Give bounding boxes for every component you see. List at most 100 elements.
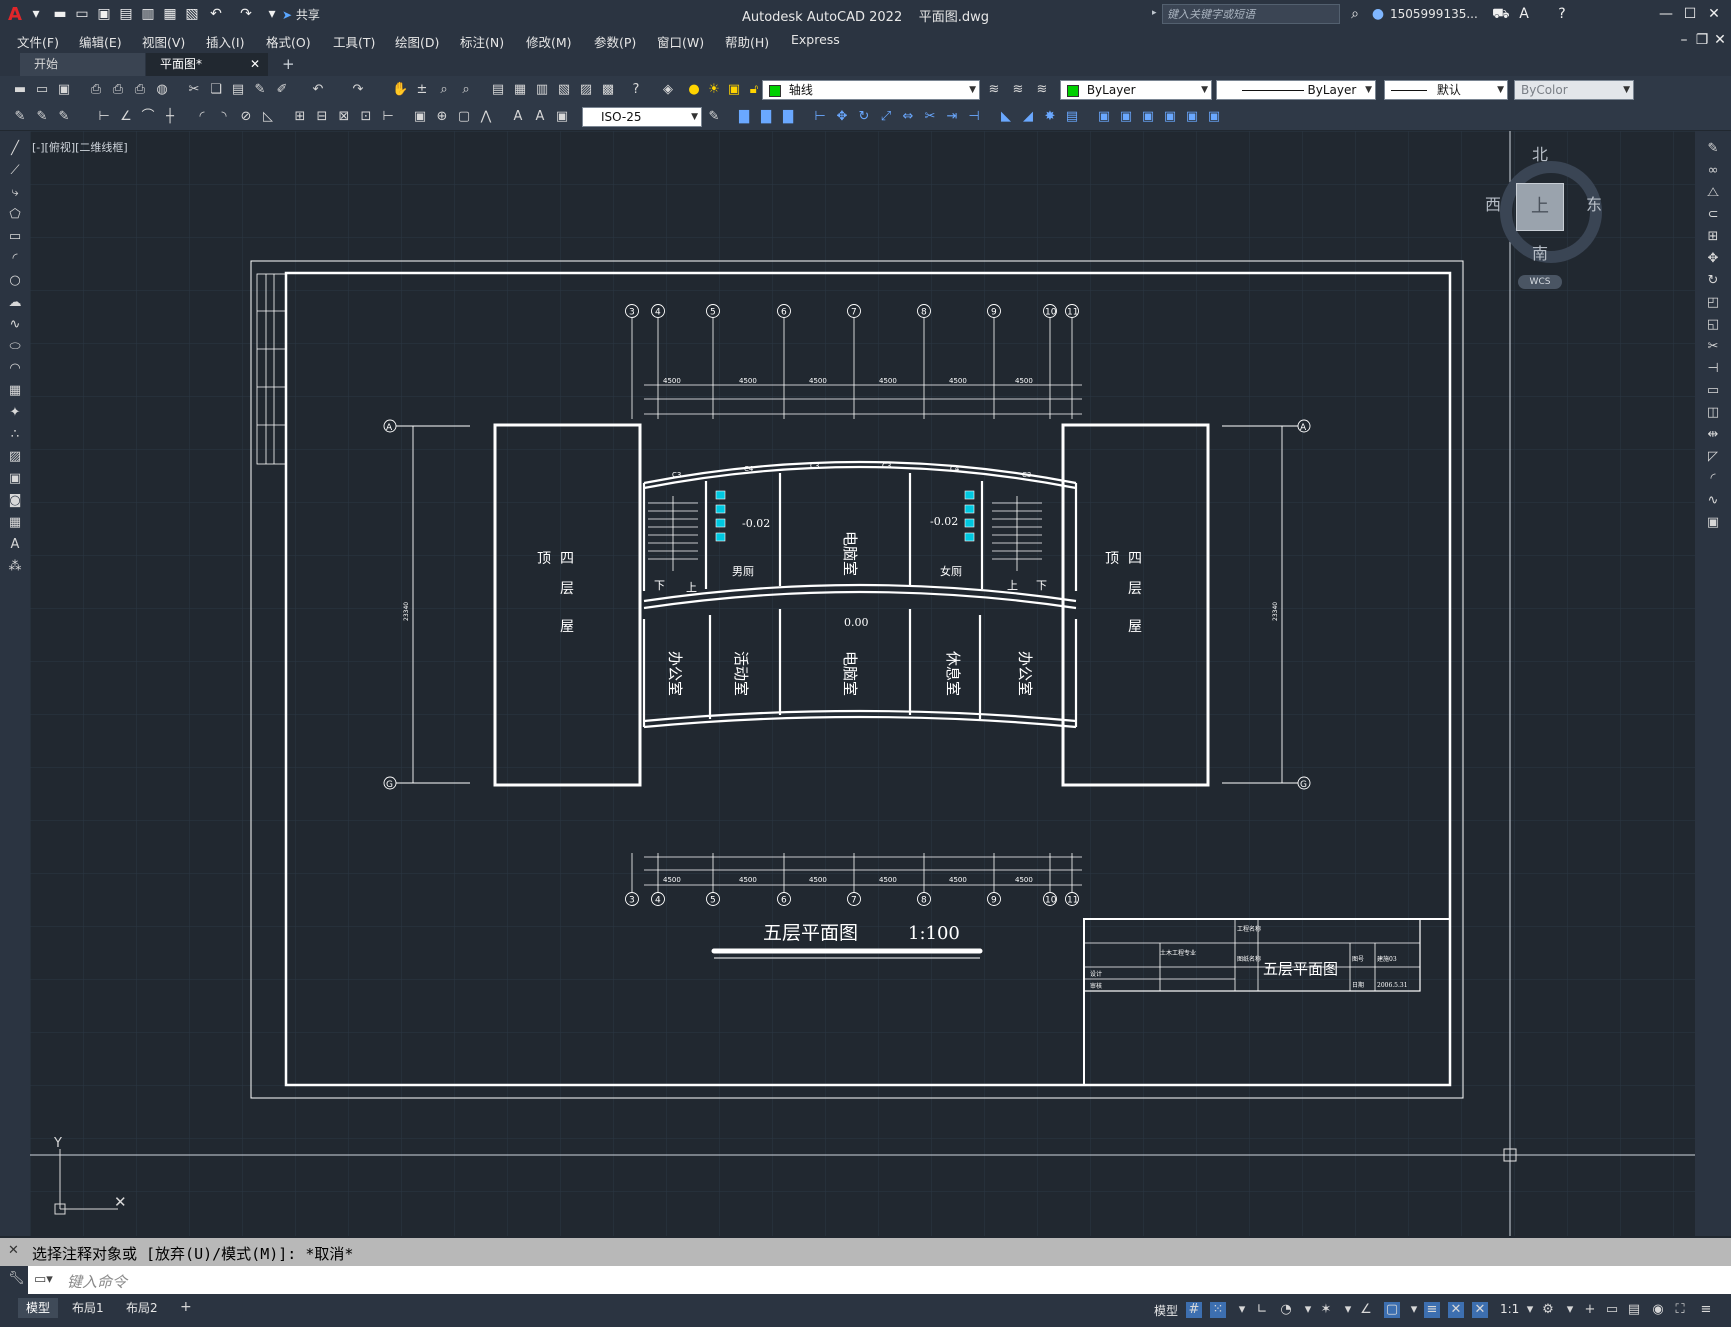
menu-help[interactable]: 帮助(H)	[725, 32, 769, 51]
ellipse-icon[interactable]: ⬭	[7, 339, 23, 355]
snap-icon[interactable]: ⁙	[1210, 1302, 1226, 1318]
layer-properties-icon[interactable]: ◈	[660, 82, 676, 98]
layout-tab-model[interactable]: 模型	[18, 1298, 59, 1318]
doc-close-icon[interactable]: ✕	[1712, 32, 1728, 48]
open-file-icon[interactable]: ▭	[34, 82, 50, 98]
help-icon[interactable]: ?	[1554, 6, 1570, 22]
dim-edit-icon[interactable]: ✎	[34, 109, 50, 125]
insert-block-icon[interactable]: ▦	[7, 383, 23, 399]
move-icon[interactable]: ✥	[834, 109, 850, 125]
dim-text-edit-icon[interactable]: A	[510, 109, 526, 125]
fillet-modify-icon[interactable]: ◜	[1705, 471, 1721, 487]
line-icon[interactable]: ╱	[7, 141, 23, 157]
grid-icon[interactable]: #	[1186, 1302, 1202, 1318]
inspection-icon[interactable]: ▢	[456, 109, 472, 125]
quick-dim-icon[interactable]: ⊞	[292, 109, 308, 125]
stretch-icon[interactable]: ⇔	[900, 109, 916, 125]
command-prompt-icon[interactable]: ▭▾	[34, 1272, 53, 1287]
text-front-icon[interactable]: ▣	[1184, 109, 1200, 125]
viewcube-top-face[interactable]: 上	[1516, 183, 1564, 231]
polyline-icon[interactable]: ⤷	[7, 185, 23, 201]
qnew-icon[interactable]: ▬	[12, 82, 28, 98]
dim-angular-icon[interactable]: ◺	[260, 109, 276, 125]
markup-icon[interactable]: ▨	[578, 82, 594, 98]
dim-diameter-icon[interactable]: ⊘	[238, 109, 254, 125]
command-line[interactable]: 🔧︎ ▭▾ 键入命令	[0, 1266, 1731, 1294]
tolerance-icon[interactable]: ▣	[412, 109, 428, 125]
linetype-dropdown[interactable]: ByLayer ▼	[1216, 80, 1376, 100]
units-icon[interactable]: ▭	[1604, 1302, 1620, 1318]
draworder-above-icon[interactable]: ▣	[1140, 109, 1156, 125]
compass-east[interactable]: 东	[1586, 191, 1602, 215]
calculator-icon[interactable]: ▩	[600, 82, 616, 98]
dim-radius-icon[interactable]: ◜	[194, 109, 210, 125]
zoom-previous-icon[interactable]: ⌕	[458, 82, 474, 98]
close-icon[interactable]: ✕	[1706, 6, 1722, 22]
toolbar-help-icon[interactable]: ?	[628, 82, 644, 98]
fillet-icon[interactable]: ◢	[1020, 109, 1036, 125]
add-selected-icon[interactable]: ⁂	[7, 559, 23, 575]
menu-view[interactable]: 视图(V)	[142, 32, 185, 51]
add-layout-icon[interactable]: +	[180, 1299, 192, 1315]
clean-screen-icon[interactable]: ⛶	[1672, 1302, 1688, 1318]
dim-break-icon[interactable]: ⊢	[380, 109, 396, 125]
doc-restore-icon[interactable]: ❐	[1694, 32, 1710, 48]
dim-baseline-icon[interactable]: ⊟	[314, 109, 330, 125]
search-expand-icon[interactable]: ▸	[1152, 8, 1157, 18]
compass-north[interactable]: 北	[1532, 141, 1548, 165]
spline-icon[interactable]: ∿	[7, 317, 23, 333]
drawing-canvas[interactable]: Y ✕ 3 4 5 6 7 8 9 10 11 3 4 5 6 7 8 9 10 11 4500 4500 4500…	[30, 131, 1695, 1236]
offset-icon[interactable]: ⊂	[1705, 207, 1721, 223]
osnap-icon[interactable]: ▢	[1384, 1302, 1400, 1318]
sheet-set-icon[interactable]: ▧	[556, 82, 572, 98]
ortho-icon[interactable]: ∟	[1254, 1302, 1270, 1318]
chamfer-icon[interactable]: ◣	[998, 109, 1014, 125]
layout-tab-1[interactable]: 布局1	[64, 1298, 112, 1318]
color-dropdown[interactable]: ByLayer ▼	[1060, 80, 1212, 100]
minimize-icon[interactable]: —	[1658, 6, 1674, 22]
user-name[interactable]: 1505999135...	[1390, 7, 1478, 21]
join-modify-icon[interactable]: ⇹	[1705, 427, 1721, 443]
layer-unlock-icon[interactable]: 🔓︎	[746, 82, 762, 98]
hatch-icon[interactable]: ▨	[7, 449, 23, 465]
offset-object-icon[interactable]: ▇	[780, 109, 796, 125]
dim-continue-icon[interactable]: ⊠	[336, 109, 352, 125]
annotation-visibility-icon[interactable]: ✕	[1448, 1302, 1464, 1318]
command-input[interactable]: 键入命令	[67, 1271, 127, 1292]
explode-icon[interactable]: ✸	[1042, 109, 1058, 125]
construction-line-icon[interactable]: ⟋	[7, 163, 23, 179]
menu-edit[interactable]: 编辑(E)	[79, 32, 122, 51]
mtext-icon[interactable]: A	[7, 537, 23, 553]
menu-format[interactable]: 格式(O)	[266, 32, 311, 51]
revcloud-icon[interactable]: ☁	[7, 295, 23, 311]
cut-icon[interactable]: ✂	[186, 82, 202, 98]
3d-print-icon[interactable]: ◍	[154, 82, 170, 98]
draworder-under-icon[interactable]: ▣	[1162, 109, 1178, 125]
table-icon[interactable]: ▦	[7, 515, 23, 531]
toolbar-redo-icon[interactable]: ↷	[350, 82, 366, 98]
annotation-scale[interactable]: 1:1	[1500, 1302, 1519, 1316]
customize-statusbar-icon[interactable]: ≡	[1698, 1302, 1714, 1318]
dimstyle-manager-icon[interactable]: ✎	[706, 109, 722, 125]
print-icon[interactable]: ⎙	[88, 82, 104, 98]
mirror-object-icon[interactable]: ▇	[758, 109, 774, 125]
search-input[interactable]: 键入关键字或短语	[1162, 4, 1340, 24]
design-center-icon[interactable]: ▦	[512, 82, 528, 98]
wcs-menu[interactable]: WCS	[1518, 275, 1562, 289]
erase-icon[interactable]: ✎	[1705, 141, 1721, 157]
join-icon[interactable]: ▤	[1064, 109, 1080, 125]
workspace-chevron-down-icon[interactable]: ▾	[1562, 1302, 1578, 1318]
gradient-icon[interactable]: ▣	[7, 471, 23, 487]
command-customize[interactable]: 🔧︎	[0, 1266, 28, 1294]
menu-modify[interactable]: 修改(M)	[526, 32, 572, 51]
maximize-icon[interactable]: ☐	[1682, 6, 1698, 22]
layer-previous-icon[interactable]: ≋	[1010, 82, 1026, 98]
viewcube[interactable]: 上 北 南 西 东 WCS	[1480, 141, 1610, 291]
rotate-modify-icon[interactable]: ↻	[1705, 273, 1721, 289]
explode-modify-icon[interactable]: ▣	[1705, 515, 1721, 531]
stretch-modify-icon[interactable]: ◱	[1705, 317, 1721, 333]
menu-express[interactable]: Express	[791, 32, 840, 47]
region-icon[interactable]: ◙	[7, 493, 23, 509]
ellipse-arc-icon[interactable]: ◠	[7, 361, 23, 377]
scale-icon[interactable]: ⤢	[878, 109, 894, 125]
